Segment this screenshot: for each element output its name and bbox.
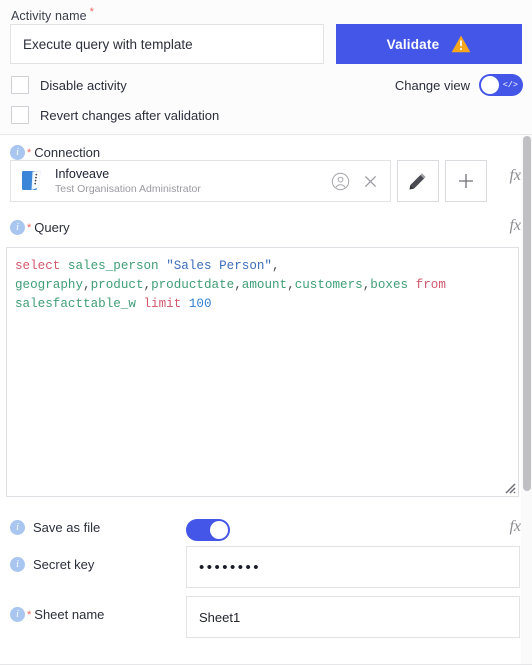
sheet-name-label: i * Sheet name bbox=[10, 607, 104, 622]
sheet-name-info-icon[interactable]: i bbox=[10, 607, 25, 622]
query-info-icon[interactable]: i bbox=[10, 220, 25, 235]
secret-key-input[interactable]: •••••••• bbox=[186, 546, 520, 588]
query-required-mark: * bbox=[27, 221, 32, 234]
vertical-scrollbar-thumb[interactable] bbox=[523, 136, 531, 491]
edit-connection-button[interactable] bbox=[397, 160, 439, 202]
secret-key-label: i Secret key bbox=[10, 557, 94, 572]
sheet-name-required-mark: * bbox=[27, 608, 32, 621]
sql-token: select bbox=[15, 259, 61, 273]
infoveave-logo-icon bbox=[22, 170, 41, 190]
disable-activity-row[interactable]: Disable activity bbox=[11, 76, 127, 94]
connection-subtitle: Test Organisation Administrator bbox=[55, 182, 201, 195]
connection-info-icon[interactable]: i bbox=[10, 145, 25, 160]
sql-token: "Sales Person" bbox=[166, 259, 272, 273]
sql-token: geography bbox=[15, 278, 84, 292]
connection-text: Infoveave Test Organisation Administrato… bbox=[55, 167, 331, 196]
activity-form-body: i * Connection Infoveave Test Organisation… bbox=[0, 135, 532, 665]
sql-token: sales_person bbox=[67, 259, 159, 273]
save-as-file-fx-button[interactable]: fx bbox=[509, 518, 521, 536]
resize-handle-icon[interactable] bbox=[502, 480, 516, 494]
revert-changes-row[interactable]: Revert changes after validation bbox=[11, 106, 219, 124]
connection-fx-button[interactable]: fx bbox=[509, 167, 521, 185]
disable-activity-checkbox[interactable] bbox=[11, 76, 29, 94]
sheet-name-row: i * Sheet name Sheet1 bbox=[0, 593, 532, 641]
close-icon[interactable] bbox=[362, 173, 379, 190]
activity-name-label-text: Activity name bbox=[11, 9, 87, 24]
sql-token: , bbox=[143, 278, 152, 292]
change-view-label: Change view bbox=[394, 77, 470, 93]
secret-key-value: •••••••• bbox=[199, 558, 262, 576]
sql-token: 100 bbox=[188, 297, 212, 311]
query-editor[interactable]: select sales_person "Sales Person", geog… bbox=[6, 247, 519, 497]
save-as-file-toggle-knob bbox=[210, 521, 228, 539]
warning-triangle-icon bbox=[451, 35, 471, 53]
sql-token: limit bbox=[143, 297, 182, 311]
connection-name: Infoveave bbox=[55, 166, 110, 181]
sheet-name-label-text: Sheet name bbox=[34, 607, 105, 622]
sql-token: , bbox=[287, 278, 295, 292]
sql-token: customers bbox=[294, 278, 363, 292]
connection-label: i * Connection bbox=[10, 145, 100, 160]
sql-token: salesfacttable_w bbox=[15, 297, 136, 311]
sql-token: amount bbox=[241, 278, 288, 292]
activity-name-input[interactable]: Execute query with template bbox=[10, 24, 324, 64]
validate-button-label: Validate bbox=[386, 36, 440, 52]
change-view-toggle-knob bbox=[481, 76, 499, 94]
query-label: i * Query bbox=[10, 220, 70, 235]
query-label-text: Query bbox=[34, 220, 70, 235]
revert-changes-checkbox[interactable] bbox=[11, 106, 29, 124]
add-connection-button[interactable] bbox=[445, 160, 487, 202]
connection-required-mark: * bbox=[27, 146, 32, 159]
change-view-control: Change view </> bbox=[395, 74, 523, 96]
activity-name-label: Activity name * bbox=[11, 6, 94, 23]
save-as-file-label-text: Save as file bbox=[33, 520, 101, 535]
secret-key-label-text: Secret key bbox=[33, 557, 95, 572]
sql-token: boxes bbox=[370, 278, 409, 292]
query-fx-label: fx bbox=[509, 217, 521, 234]
connection-row: Infoveave Test Organisation Administrato… bbox=[10, 160, 487, 202]
save-as-file-label: i Save as file bbox=[10, 520, 100, 535]
activity-config-panel: Activity name * Execute query with templa… bbox=[0, 0, 532, 665]
sql-token: , bbox=[234, 278, 242, 292]
user-circle-icon[interactable] bbox=[331, 172, 350, 191]
activity-name-required-mark: * bbox=[89, 6, 95, 18]
sql-token: from bbox=[415, 278, 446, 292]
validate-button[interactable]: Validate bbox=[336, 24, 522, 64]
sql-token: , bbox=[83, 278, 91, 292]
disable-activity-label: Disable activity bbox=[40, 77, 127, 93]
secret-key-row: i Secret key •••••••• bbox=[0, 543, 532, 591]
connection-selected-box[interactable]: Infoveave Test Organisation Administrato… bbox=[10, 160, 391, 202]
sheet-name-input[interactable]: Sheet1 bbox=[186, 596, 520, 638]
save-as-file-info-icon[interactable]: i bbox=[10, 520, 25, 535]
code-view-icon: </> bbox=[502, 79, 518, 90]
connection-label-text: Connection bbox=[34, 145, 101, 160]
revert-changes-label: Revert changes after validation bbox=[40, 107, 220, 123]
query-fx-button[interactable]: fx bbox=[509, 217, 521, 235]
change-view-toggle[interactable]: </> bbox=[479, 74, 523, 96]
connection-fx-label: fx bbox=[509, 167, 521, 184]
sql-token: , bbox=[272, 259, 280, 273]
save-as-file-toggle[interactable] bbox=[186, 519, 230, 541]
secret-key-info-icon[interactable]: i bbox=[10, 557, 25, 572]
query-editor-code[interactable]: select sales_person "Sales Person", geog… bbox=[7, 248, 518, 314]
save-as-file-fx-label: fx bbox=[509, 518, 521, 535]
pencil-icon bbox=[409, 173, 426, 190]
plus-icon bbox=[459, 174, 473, 188]
sql-token: productdate bbox=[151, 278, 235, 292]
sql-token: product bbox=[90, 278, 144, 292]
activity-header: Activity name * Execute query with templa… bbox=[0, 0, 532, 135]
